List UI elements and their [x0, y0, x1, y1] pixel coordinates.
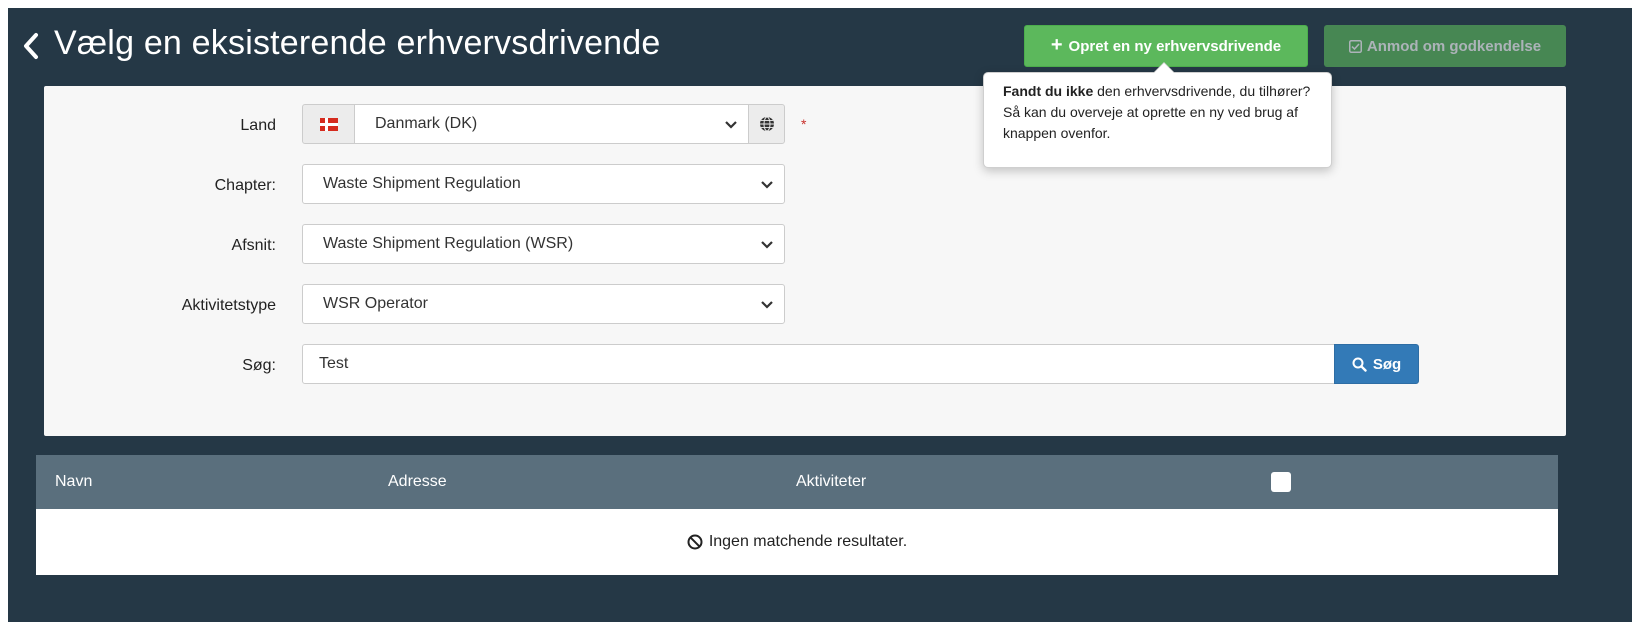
globe-button[interactable] — [748, 104, 785, 144]
activity-type-label: Aktivitetstype — [181, 297, 276, 314]
country-select[interactable]: Danmark (DK) — [354, 104, 749, 144]
chapter-select[interactable]: Waste Shipment Regulation — [302, 164, 785, 204]
request-approval-label: Anmod om godkendelse — [1366, 37, 1542, 55]
create-operator-popover: Fandt du ikke den erhvervsdrivende, du t… — [983, 62, 1332, 168]
create-operator-label: Opret en ny erhvervsdrivende — [1068, 37, 1282, 55]
ban-icon — [687, 534, 703, 550]
search-button-label: Søg — [1372, 355, 1402, 373]
page-title: Vælg en eksisterende erhvervsdrivende — [54, 24, 661, 62]
country-select-value: Danmark (DK) — [375, 115, 478, 132]
popover-bold-text: Fandt du ikke — [1003, 83, 1094, 99]
back-icon[interactable] — [20, 30, 42, 62]
activity-type-select[interactable]: WSR Operator — [302, 284, 785, 324]
column-header-aktiviteter[interactable]: Aktiviteter — [796, 473, 866, 491]
chevron-down-icon — [761, 301, 773, 309]
search-label: Søg: — [242, 357, 276, 374]
chapter-select-value: Waste Shipment Regulation — [323, 175, 521, 192]
afsnit-select[interactable]: Waste Shipment Regulation (WSR) — [302, 224, 785, 264]
denmark-flag-icon — [319, 117, 338, 131]
search-input[interactable]: Test — [302, 344, 1335, 384]
land-label: Land — [240, 117, 276, 134]
afsnit-label: Afsnit: — [231, 237, 276, 254]
country-flag-addon — [302, 104, 355, 144]
globe-icon — [759, 116, 774, 132]
search-input-value: Test — [319, 355, 349, 372]
afsnit-select-value: Waste Shipment Regulation (WSR) — [323, 235, 574, 252]
select-all-checkbox[interactable] — [1271, 472, 1291, 492]
search-button[interactable]: Søg — [1334, 344, 1419, 384]
results-table-header: Navn Adresse Aktiviteter — [36, 455, 1558, 509]
required-marker: * — [801, 116, 807, 132]
activity-type-select-value: WSR Operator — [323, 295, 428, 312]
check-square-icon — [1348, 39, 1362, 53]
column-header-adresse[interactable]: Adresse — [388, 473, 447, 491]
chevron-down-icon — [761, 181, 773, 189]
search-icon — [1352, 357, 1367, 372]
empty-results-message: Ingen matchende resultater. — [708, 533, 908, 550]
column-header-navn[interactable]: Navn — [55, 473, 92, 491]
results-empty-row: Ingen matchende resultater. — [36, 509, 1558, 575]
results-table: Navn Adresse Aktiviteter Ingen matchende… — [36, 455, 1558, 575]
request-approval-button[interactable]: Anmod om godkendelse — [1324, 25, 1566, 67]
chevron-down-icon — [761, 241, 773, 249]
chevron-down-icon — [725, 121, 737, 129]
plus-icon: + — [1050, 34, 1063, 56]
create-operator-button[interactable]: + Opret en ny erhvervsdrivende — [1024, 25, 1308, 67]
chapter-label: Chapter: — [214, 177, 276, 194]
